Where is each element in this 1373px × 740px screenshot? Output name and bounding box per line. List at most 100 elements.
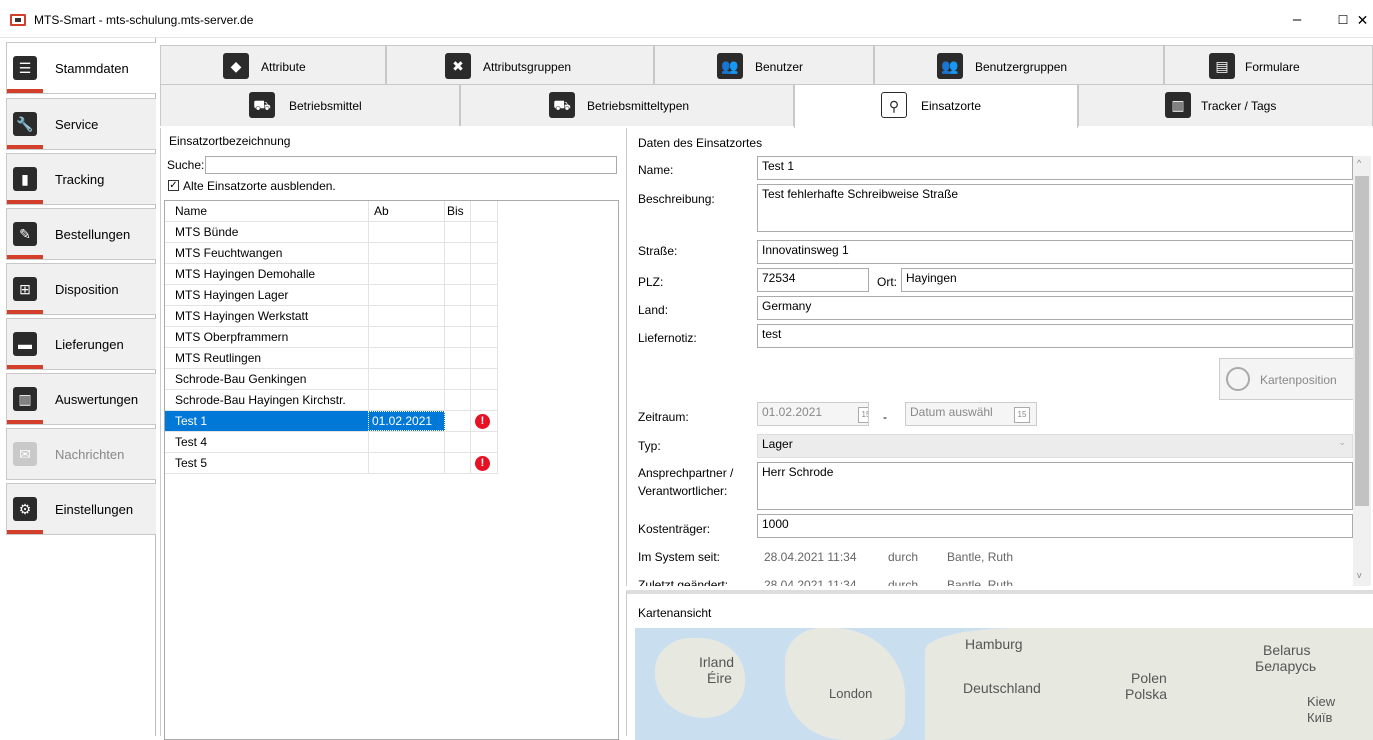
hide-old-label: Alte Einsatzorte ausblenden.	[183, 179, 336, 193]
app-icon	[10, 14, 26, 26]
scrollbar-thumb[interactable]	[1355, 176, 1369, 506]
kartenposition-label: Kartenposition	[1260, 373, 1337, 387]
tag-icon: ◆	[223, 53, 249, 79]
nav-disposition[interactable]: ⊞ Disposition	[6, 263, 156, 315]
table-row[interactable]: MTS Feuchtwangen	[165, 243, 498, 264]
system-user: Bantle, Ruth	[947, 550, 1014, 564]
land-input[interactable]: Germany	[757, 296, 1353, 320]
system-label: Im System seit:	[638, 550, 721, 564]
tab-label: Formulare	[1245, 60, 1300, 74]
tab-benutzer[interactable]: 👥 Benutzer	[654, 45, 874, 87]
nav-accent	[7, 200, 43, 204]
strasse-label: Straße:	[638, 244, 678, 258]
tracking-icon: ▮	[13, 167, 37, 191]
map-land	[785, 628, 905, 740]
tab-betriebsmitteltypen[interactable]: ⛟ Betriebsmitteltypen	[460, 84, 794, 126]
liefernotiz-label: Liefernotiz:	[638, 331, 697, 345]
nav-label: Auswertungen	[55, 392, 139, 407]
scroll-up-icon[interactable]: ^	[1357, 158, 1361, 168]
title-bar: MTS-Smart - mts-schulung.mts-server.de –…	[0, 0, 1373, 38]
tab-label: Betriebsmitteltypen	[587, 99, 690, 113]
zeitraum-label: Zeitraum:	[638, 410, 689, 424]
table-row[interactable]: MTS Oberpframmern	[165, 327, 498, 348]
nav-nachrichten[interactable]: ✉ Nachrichten	[6, 428, 156, 480]
details-scrollbar[interactable]: ^ v	[1353, 156, 1371, 586]
table-row[interactable]: Schrode-Bau Hayingen Kirchstr.	[165, 390, 498, 411]
row-name: MTS Hayingen Werkstatt	[175, 309, 309, 323]
nav-accent	[7, 145, 43, 149]
map-view[interactable]: Hamburg Irland Éire London Deutschland P…	[635, 628, 1373, 740]
tab-benutzergruppen[interactable]: 👥 Benutzergruppen	[874, 45, 1164, 87]
tab-attributsgruppen[interactable]: ✖ Attributsgruppen	[386, 45, 654, 87]
table-row[interactable]: MTS Bünde	[165, 222, 498, 243]
nav-label: Disposition	[55, 282, 119, 297]
table-row[interactable]: MTS Reutlingen	[165, 348, 498, 369]
tab-label: Attributsgruppen	[483, 60, 572, 74]
table-row[interactable]: MTS Hayingen Werkstatt	[165, 306, 498, 327]
kartenposition-button[interactable]: Kartenposition	[1219, 358, 1355, 400]
map-label-belarus: Belarus	[1263, 642, 1311, 658]
column-header-ab[interactable]: Ab	[374, 204, 389, 218]
kosten-label: Kostenträger:	[638, 522, 711, 536]
ansprech-label-1: Ansprechpartner /	[638, 466, 734, 480]
tab-betriebsmittel[interactable]: ⛟ Betriebsmittel	[160, 84, 460, 126]
nav-bestellungen[interactable]: ✎ Bestellungen	[6, 208, 156, 260]
hide-old-checkbox[interactable]: ✓	[168, 180, 179, 191]
table-row[interactable]: Test 5 !	[165, 453, 498, 474]
scroll-down-icon[interactable]: v	[1357, 570, 1362, 580]
typ-select[interactable]: Lager ⌄	[757, 434, 1353, 458]
liefernotiz-input[interactable]: test	[757, 324, 1353, 348]
nav-einstellungen[interactable]: ⚙ Einstellungen	[6, 483, 156, 535]
ansprech-input[interactable]: Herr Schrode	[757, 462, 1353, 510]
calendar-icon[interactable]: 15	[858, 407, 868, 423]
location-list-pane: Einsatzortbezeichnung Suche: ✓ Alte Eins…	[160, 128, 622, 740]
nav-auswertungen[interactable]: ▥ Auswertungen	[6, 373, 156, 425]
table-row[interactable]: Schrode-Bau Genkingen	[165, 369, 498, 390]
search-input[interactable]	[205, 156, 617, 174]
list-header: Einsatzortbezeichnung	[169, 134, 291, 148]
truck-icon: ▬	[13, 332, 37, 356]
name-input[interactable]: Test 1	[757, 156, 1353, 180]
tab-attribute[interactable]: ◆ Attribute	[160, 45, 386, 87]
close-button[interactable]: ✕	[1352, 8, 1373, 32]
nav-stammdaten[interactable]: ☰ Stammdaten	[6, 42, 156, 94]
table-row[interactable]: MTS Hayingen Demohalle	[165, 264, 498, 285]
zeitraum-to-input[interactable]: Datum auswähl 15	[905, 402, 1037, 426]
table-row[interactable]: Test 4	[165, 432, 498, 453]
tab-label: Tracker / Tags	[1201, 99, 1277, 113]
nav-accent	[7, 310, 43, 314]
ansprech-label-2: Verantwortlicher:	[638, 484, 728, 498]
column-header-bis[interactable]: Bis	[447, 204, 464, 218]
beschreibung-input[interactable]: Test fehlerhafte Schreibweise Straße	[757, 184, 1353, 232]
system-date: 28.04.2021 11:34	[764, 550, 857, 564]
nav-label: Nachrichten	[55, 447, 125, 462]
nav-label: Service	[55, 117, 99, 132]
zeitraum-from-input[interactable]: 01.02.2021 15	[757, 402, 869, 426]
nav-accent	[7, 365, 43, 369]
ort-input[interactable]: Hayingen	[901, 268, 1353, 292]
strasse-input[interactable]: Innovatinsweg 1	[757, 240, 1353, 264]
row-name: Test 5	[175, 456, 208, 470]
tab-tracker-tags[interactable]: ▥ Tracker / Tags	[1078, 84, 1373, 126]
column-header-name[interactable]: Name	[175, 204, 207, 218]
calendar-icon[interactable]: 15	[1014, 407, 1030, 423]
machine-icon: ⛟	[249, 92, 275, 118]
kosten-input[interactable]: 1000	[757, 514, 1353, 538]
nav-lieferungen[interactable]: ▬ Lieferungen	[6, 318, 156, 370]
user-icon: 👥	[717, 53, 743, 79]
barcode-icon: ▥	[1165, 92, 1191, 118]
tab-label: Einsatzorte	[921, 99, 982, 113]
row-name: Schrode-Bau Hayingen Kirchstr.	[175, 393, 346, 407]
plz-input[interactable]: 72534	[757, 268, 869, 292]
details-header: Daten des Einsatzortes	[638, 136, 763, 150]
table-row[interactable]: MTS Hayingen Lager	[165, 285, 498, 306]
minimize-button[interactable]: –	[1274, 8, 1320, 32]
error-icon: !	[475, 456, 490, 471]
tab-formulare[interactable]: ▤ Formulare	[1164, 45, 1373, 87]
table-row-selected[interactable]: Test 1 01.02.2021 !	[165, 411, 498, 432]
row-name: MTS Bünde	[175, 225, 239, 239]
nav-service[interactable]: 🔧 Service	[6, 98, 156, 150]
tab-einsatzorte[interactable]: ⚲ Einsatzorte	[794, 84, 1078, 128]
row-name: MTS Hayingen Demohalle	[175, 267, 316, 281]
nav-tracking[interactable]: ▮ Tracking	[6, 153, 156, 205]
